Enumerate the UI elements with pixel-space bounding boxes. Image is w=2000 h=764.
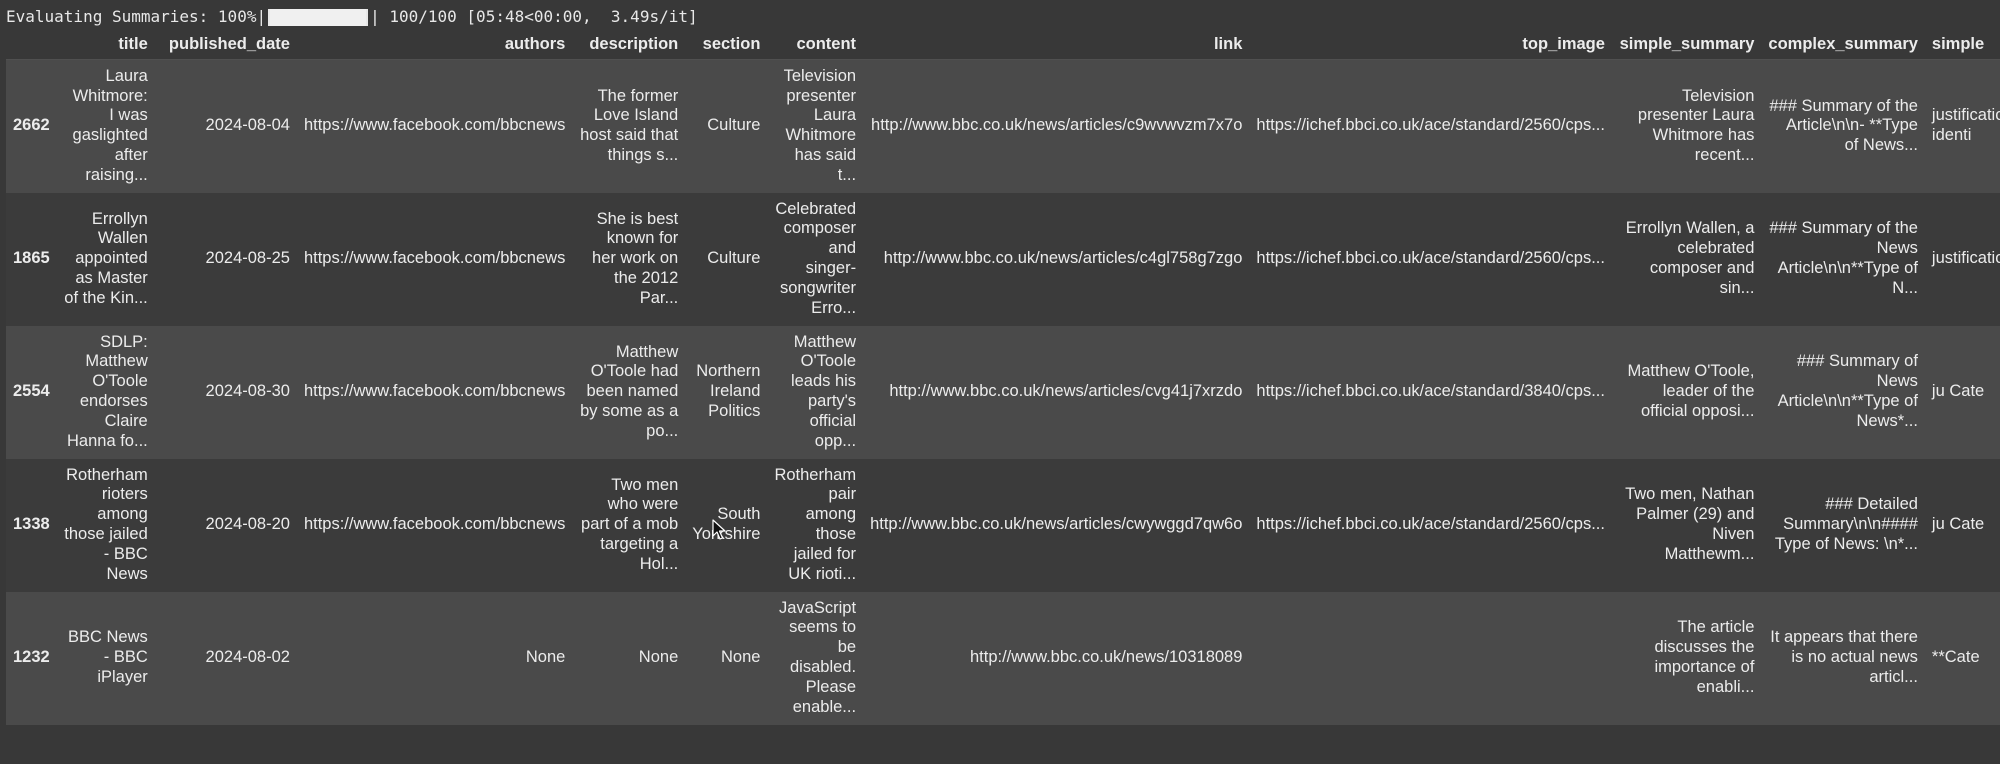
header-authors: authors: [296, 30, 573, 60]
cell-simple-summary: The article discusses the importance of …: [1654, 618, 1755, 696]
cell-link: http://www.bbc.co.uk/news/articles/cvg41…: [889, 382, 1243, 401]
cell-title: SDLP: Matthew O'Toole endorses Claire Ha…: [67, 332, 148, 450]
progress-status: | 100/100 [05:48<00:00, 3.49s/it]: [370, 7, 698, 26]
cell-link: http://www.bbc.co.uk/news/10318089: [969, 648, 1243, 667]
cell-section: Northern Ireland Politics: [696, 362, 761, 420]
cell-top-image: https://ichef.bbci.co.uk/ace/standard/25…: [1256, 249, 1605, 268]
cell-section: Culture: [707, 116, 761, 135]
cell-title: Errollyn Wallen appointed as Master of t…: [64, 209, 148, 307]
cell-content: JavaScript seems to be disabled. Please …: [779, 598, 857, 716]
cell-title: Rotherham rioters among those jailed - B…: [64, 465, 148, 583]
header-simple-summary: simple_summary: [1611, 30, 1762, 60]
row-index: 2662: [13, 116, 50, 135]
header-complex-summary: complex_summary: [1761, 30, 1925, 60]
cell-simple-truncated: justification="** ar: [1931, 249, 2000, 268]
cell-complex-summary: ### Summary of News Article\n\n**Type of…: [1777, 352, 1918, 430]
cell-simple-truncated: justification=... identi: [1931, 106, 2000, 145]
cell-title: Laura Whitmore: I was gaslighted after r…: [72, 66, 148, 184]
cell-complex-summary: ### Summary of the Article\n\n- **Type o…: [1769, 96, 1918, 155]
cell-published-date: 2024-08-25: [205, 249, 290, 268]
header-simple-truncated: simple: [1924, 30, 2000, 60]
horizontal-scroll-area[interactable]: [0, 733, 2000, 764]
header-link: link: [863, 30, 1250, 60]
cell-link: http://www.bbc.co.uk/news/articles/c9wvw…: [871, 116, 1243, 135]
progress-label: Evaluating Summaries: 100%|: [6, 7, 267, 26]
mouse-cursor-icon: [712, 519, 726, 540]
cell-simple-summary: Television presenter Laura Whitmore has …: [1637, 86, 1755, 165]
row-index: 1338: [13, 515, 50, 534]
cell-top-image: https://ichef.bbci.co.uk/ace/standard/25…: [1256, 116, 1605, 135]
cell-description: None: [638, 648, 679, 667]
cell-published-date: 2024-08-20: [205, 515, 290, 534]
header-description: description: [572, 30, 686, 60]
cell-authors: https://www.facebook.com/bbcnews: [303, 515, 566, 534]
cell-link: http://www.bbc.co.uk/news/articles/cwywg…: [870, 515, 1243, 534]
cell-simple-truncated: **Cate: [1931, 648, 1980, 667]
cell-authors: None: [525, 648, 566, 667]
cell-description: Two men who were part of a mob targeting…: [581, 475, 679, 573]
cell-simple-truncated: ju Cate: [1931, 382, 1985, 401]
header-index: [6, 30, 57, 60]
cell-content: Rotherham pair among those jailed for UK…: [774, 465, 857, 583]
table-row: 2554 SDLP: Matthew O'Toole endorses Clai…: [6, 325, 2000, 459]
table-row: 1338 Rotherham rioters among those jaile…: [6, 458, 2000, 592]
cell-link: http://www.bbc.co.uk/news/articles/c4gl7…: [883, 249, 1243, 268]
header-section: section: [685, 30, 768, 60]
progress-fill: [270, 8, 367, 26]
cell-authors: https://www.facebook.com/bbcnews: [303, 249, 566, 268]
cell-complex-summary: ### Summary of the News Article\n\n**Typ…: [1769, 219, 1918, 297]
row-index: 1865: [13, 249, 50, 268]
cell-section: South Yorkshire: [692, 505, 761, 543]
cell-description: She is best known for her work on the 20…: [592, 209, 679, 307]
cell-section: Culture: [707, 249, 761, 268]
cell-published-date: 2024-08-02: [205, 648, 290, 667]
cell-description: Matthew O'Toole had been named by some a…: [580, 342, 679, 440]
cell-simple-truncated: ju Cate: [1931, 515, 1985, 534]
dataframe-output: title published_date authors description…: [6, 30, 2000, 725]
cell-simple-summary: Matthew O'Toole, leader of the official …: [1627, 362, 1755, 420]
header-top-image: top_image: [1249, 30, 1612, 60]
dataframe-table: title published_date authors description…: [6, 30, 2000, 725]
cell-authors: https://www.facebook.com/bbcnews: [303, 382, 566, 401]
cell-top-image: https://ichef.bbci.co.uk/ace/standard/25…: [1256, 515, 1605, 534]
cell-top-image: [1249, 592, 1612, 725]
cell-complex-summary: ### Detailed Summary\n\n#### Type of New…: [1774, 495, 1918, 553]
cell-content: Television presenter Laura Whitmore has …: [783, 66, 857, 184]
cell-content: Matthew O'Toole leads his party's offici…: [790, 332, 857, 450]
cell-top-image: https://ichef.bbci.co.uk/ace/standard/38…: [1256, 382, 1605, 401]
cell-simple-summary: Two men, Nathan Palmer (29) and Niven Ma…: [1625, 485, 1755, 563]
header-published-date: published_date: [154, 30, 297, 60]
cell-published-date: 2024-08-04: [205, 116, 290, 135]
cell-authors: https://www.facebook.com/bbcnews: [303, 116, 566, 135]
cell-title: BBC News - BBC iPlayer: [67, 628, 148, 686]
cell-description: The former Love Island host said that th…: [580, 86, 679, 165]
table-row: 1232 BBC News - BBC iPlayer 2024-08-02 N…: [6, 591, 2000, 725]
row-index: 2554: [13, 382, 50, 401]
cell-complex-summary: It appears that there is no actual news …: [1770, 628, 1918, 686]
progress-bar: [268, 8, 369, 26]
header-title: title: [56, 30, 155, 60]
table-row: 2662 Laura Whitmore: I was gaslighted af…: [6, 59, 2000, 193]
header-row: title published_date authors description…: [6, 30, 2000, 60]
row-index: 1232: [13, 648, 50, 667]
cell-section: None: [720, 648, 761, 667]
cell-content: Celebrated composer and singer-songwrite…: [775, 199, 857, 317]
cell-simple-summary: Errollyn Wallen, a celebrated composer a…: [1625, 219, 1755, 297]
cell-published-date: 2024-08-30: [205, 382, 290, 401]
notebook-output: Evaluating Summaries: 100%| | 100/100 [05…: [0, 0, 2000, 764]
progress-output: Evaluating Summaries: 100%| | 100/100 [05…: [6, 5, 698, 29]
header-content: content: [767, 30, 864, 60]
table-row: 1865 Errollyn Wallen appointed as Master…: [6, 192, 2000, 326]
